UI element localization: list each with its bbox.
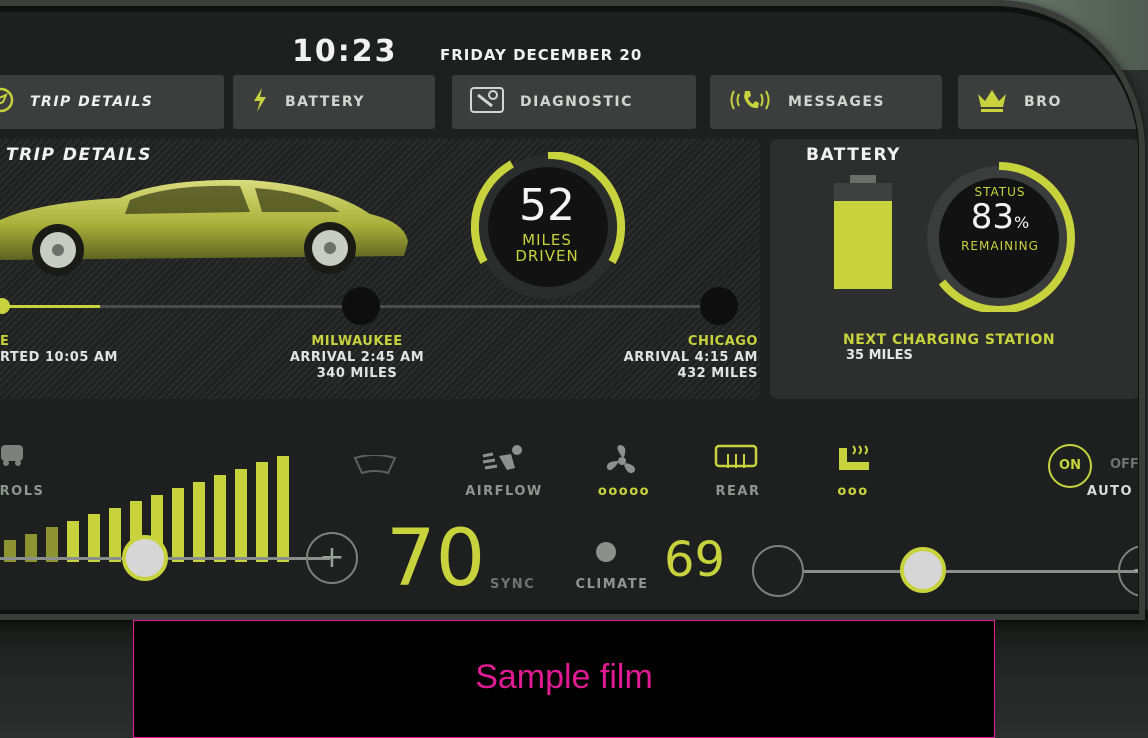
wrench-icon	[470, 86, 504, 118]
clock: 10:23	[292, 34, 398, 69]
battery-percent-value: 83	[970, 197, 1015, 237]
fan-speed-bar	[214, 475, 226, 562]
stop-chicago-info: CHICAGO ARRIVAL 4:15 AM 432 MILES	[590, 334, 758, 382]
battery-title: BATTERY	[806, 145, 901, 165]
fan-speed-bar	[193, 481, 205, 562]
seat-heat-icon[interactable]	[832, 444, 876, 484]
stop-start-info: E RTED 10:05 AM	[0, 334, 118, 366]
climate-label: CLIMATE	[575, 577, 649, 592]
tab-messages[interactable]: MESSAGES	[710, 75, 942, 129]
tab-trip-details[interactable]: TRIP DETAILS	[0, 75, 224, 129]
date: FRIDAY DECEMBER 20	[440, 46, 643, 64]
seat-heat-dots: ooo	[837, 484, 869, 499]
compass-icon	[0, 87, 14, 118]
rear-label: REAR	[715, 484, 761, 499]
stop-distance: 432 MILES	[677, 366, 758, 381]
passenger-temperature: 69	[664, 532, 726, 588]
stop-arrival: ARRIVAL 4:15 AM	[623, 350, 758, 365]
fan-plus-button[interactable]: +	[306, 532, 358, 584]
stop-distance: 340 MILES	[316, 366, 398, 381]
passenger-temp-slider-knob[interactable]	[900, 547, 946, 593]
driver-temperature: 70	[386, 514, 486, 604]
fan-speed-bar	[88, 514, 100, 562]
sample-film-banner: Sample film	[133, 620, 995, 738]
passenger-minus-button[interactable]	[752, 545, 804, 597]
battery-level-icon	[828, 175, 898, 293]
car-image	[0, 172, 420, 277]
stop-name: E	[0, 334, 10, 349]
stop-milwaukee-info: MILWAUKEE ARRIVAL 2:45 AM 340 MILES	[272, 334, 442, 382]
stop-detail: RTED 10:05 AM	[0, 350, 118, 365]
airflow-icon[interactable]	[478, 444, 528, 484]
tab-label: BRO	[1024, 94, 1062, 110]
stop-name: MILWAUKEE	[311, 334, 403, 349]
lightning-icon	[251, 87, 269, 118]
tab-battery[interactable]: BATTERY	[233, 75, 435, 129]
route-stop-milwaukee[interactable]	[342, 287, 380, 325]
next-charging-distance: 35 MILES	[846, 348, 913, 363]
fan-speed-bar	[67, 520, 79, 562]
tab-bro[interactable]: BRO	[958, 75, 1138, 129]
sample-film-text: Sample film	[475, 657, 653, 696]
auto-on-button[interactable]: ON	[1048, 444, 1092, 488]
stop-name: CHICAGO	[687, 334, 758, 349]
tab-label: TRIP DETAILS	[30, 94, 154, 110]
battery-percent: 83%	[950, 198, 1050, 242]
fan-speed-bar	[277, 455, 289, 562]
miles-label: MILES	[522, 231, 572, 249]
battery-percent-sign: %	[1014, 213, 1030, 232]
auto-off-label[interactable]: OFF	[1110, 457, 1138, 472]
route-progress	[0, 305, 100, 308]
trip-details-title: TRIP DETAILS	[6, 145, 152, 165]
tab-label: DIAGNOSTIC	[520, 94, 633, 110]
phone-icon	[728, 87, 772, 118]
driven-label: DRIVEN	[515, 247, 579, 265]
rear-defrost-icon[interactable]	[712, 444, 762, 482]
fan-speed-bar	[235, 468, 247, 562]
passenger-temp-slider-track[interactable]	[804, 570, 1138, 573]
route-stop-chicago[interactable]	[700, 287, 738, 325]
tab-label: MESSAGES	[788, 94, 886, 110]
climate-indicator-dot	[596, 542, 616, 562]
tab-diagnostic[interactable]: DIAGNOSTIC	[452, 75, 696, 129]
tab-label: BATTERY	[285, 94, 366, 110]
next-charging-label: NEXT CHARGING STATION	[843, 332, 1056, 348]
defrost-icon[interactable]	[350, 452, 400, 487]
fan-speed-bar	[109, 507, 121, 562]
fan-speed-bar	[256, 462, 268, 562]
fan-speed-bar	[172, 488, 184, 562]
airflow-label: AIRFLOW	[465, 484, 543, 499]
auto-label: AUTO	[1086, 484, 1134, 499]
infotainment-screen: 10:23 FRIDAY DECEMBER 20 TRIP DETAILS BA…	[0, 12, 1138, 610]
stop-arrival: ARRIVAL 2:45 AM	[289, 350, 425, 365]
fan-speed-dots: ooooo	[597, 484, 651, 499]
battery-remaining-label: REMAINING	[961, 239, 1039, 253]
sync-label[interactable]: SYNC	[490, 577, 535, 592]
miles-driven-value: 52	[519, 180, 575, 231]
crown-icon	[976, 87, 1008, 118]
fan-slider-knob[interactable]	[122, 535, 168, 581]
fan-icon[interactable]	[602, 444, 642, 486]
